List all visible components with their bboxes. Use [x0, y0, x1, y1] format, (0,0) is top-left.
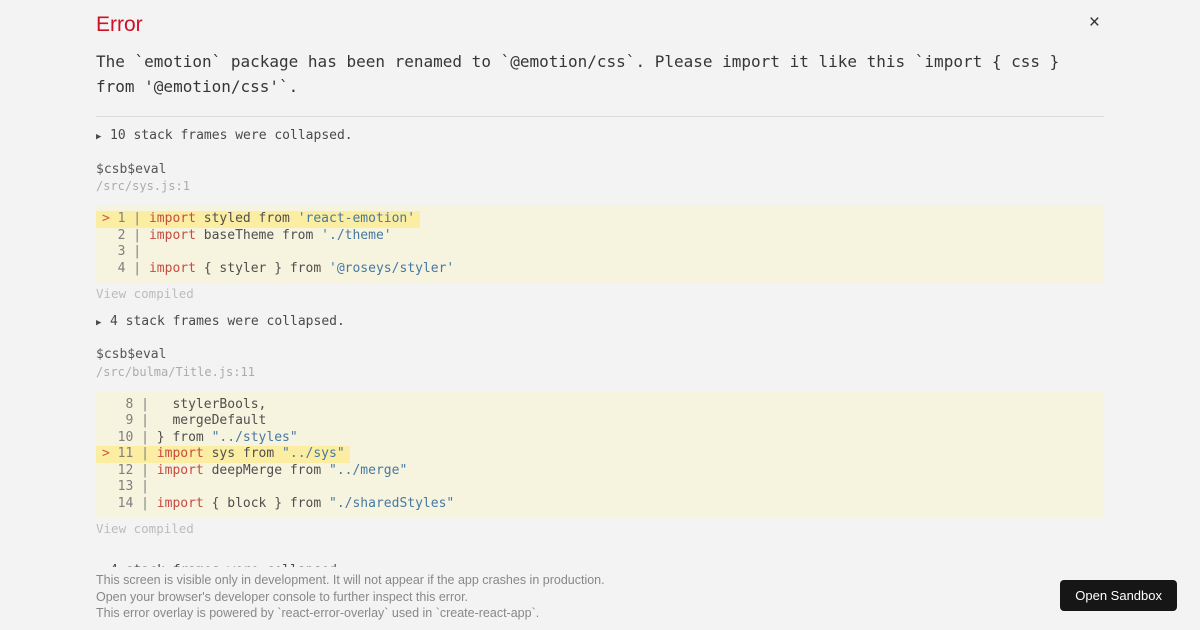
error-line-marker [102, 244, 118, 259]
collapsed-frames-label: 10 stack frames were collapsed. [110, 128, 353, 143]
code-line: 12 | import deepMerge from "../merge" [96, 463, 1104, 480]
collapse-arrow-icon: ▶ [96, 317, 102, 328]
error-line-marker: > [102, 446, 118, 461]
error-overlay-content: Error × The `emotion` package has been r… [96, 0, 1104, 567]
error-title: Error [96, 13, 143, 36]
open-sandbox-button[interactable]: Open Sandbox [1060, 580, 1177, 611]
code-line: 13 | [96, 479, 1104, 496]
footer-note: Open your browser's developer console to… [96, 589, 469, 604]
close-icon[interactable]: × [1089, 13, 1100, 32]
collapsed-frames-toggle[interactable]: ▶ 10 stack frames were collapsed. [96, 128, 1104, 146]
code-line: 9 | mergeDefault [96, 413, 1104, 430]
code-line: 10 | } from "../styles" [96, 430, 1104, 447]
code-line: 8 | stylerBools, [96, 397, 1104, 414]
collapse-arrow-icon: ▶ [96, 564, 110, 568]
collapsed-frames-label: 4 stack frames were collapsed. [110, 313, 345, 329]
footer-note: This screen is visible only in developme… [96, 573, 605, 587]
collapse-arrow-icon: ▶ [96, 132, 102, 142]
divider [96, 116, 1104, 117]
error-line-marker [102, 463, 118, 478]
footer: This screen is visible only in developme… [96, 572, 1104, 622]
code-block: 8 | stylerBools, 9 | mergeDefault 10 | }… [96, 390, 1104, 518]
error-line-marker [102, 496, 118, 511]
code-block: > 1 | import styled from 'react-emotion'… [96, 205, 1104, 283]
error-line-marker [102, 479, 118, 494]
collapsed-frames-label: 4 stack frames were collapsed. [110, 563, 345, 568]
code-line: > 1 | import styled from 'react-emotion' [96, 211, 1104, 228]
code-line: 4 | import { styler } from '@roseys/styl… [96, 261, 1104, 278]
code-line: 3 | [96, 244, 1104, 261]
error-line-marker [102, 261, 118, 276]
stack-frame-location: /src/sys.js:1 [96, 179, 190, 193]
code-line: 14 | import { block } from "./sharedStyl… [96, 496, 1104, 513]
view-compiled-link[interactable]: View compiled [96, 521, 1104, 538]
error-line-marker [102, 430, 118, 445]
stack-frame-function: $csb$eval [96, 347, 167, 362]
error-message: The `emotion` package has been renamed t… [96, 52, 1069, 96]
code-line: 2 | import baseTheme from './theme' [96, 228, 1104, 245]
view-compiled-link[interactable]: View compiled [96, 286, 1104, 303]
footer-note: This error overlay is powered by `react-… [96, 606, 540, 620]
error-line-marker [102, 397, 118, 412]
error-overlay: { "colors": { "bg": "#f3f3f3", "title-re… [0, 0, 1200, 630]
collapsed-frames-toggle[interactable]: ▶ 4 stack frames were collapsed. [96, 314, 1104, 332]
stack-frame-location: /src/bulma/Title.js:11 [96, 364, 255, 379]
error-line-marker [102, 413, 118, 428]
error-line-marker: > [102, 211, 118, 226]
error-line-marker [102, 228, 118, 243]
stack-frame-function: $csb$eval [96, 161, 167, 177]
code-line: > 11 | import sys from "../sys" [96, 446, 1104, 463]
truncated-collapsed-frames[interactable]: ▶4 stack frames were collapsed. [96, 563, 1104, 568]
